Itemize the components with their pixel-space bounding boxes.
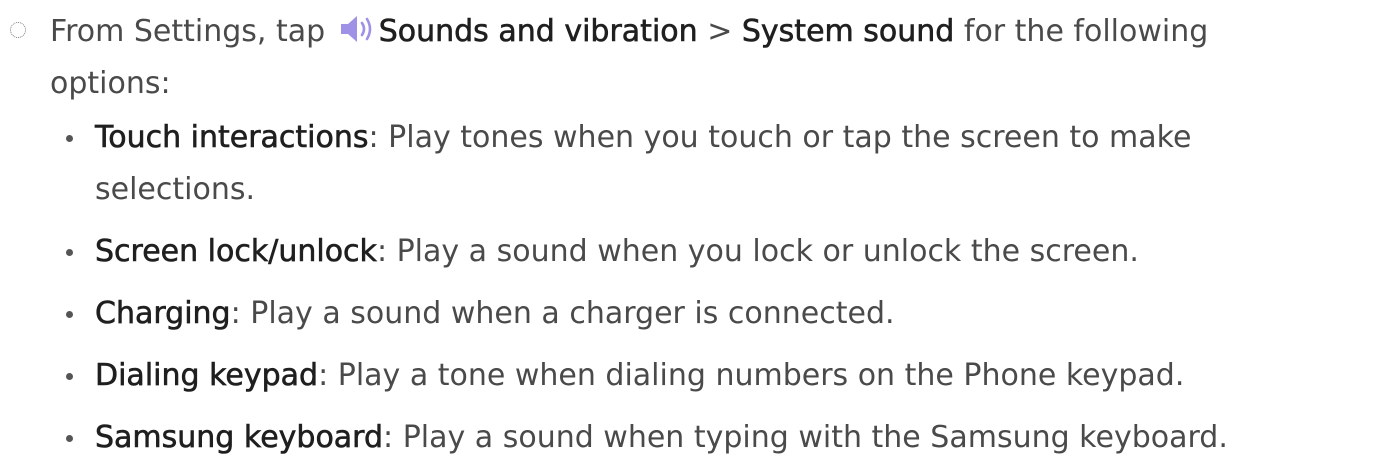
bullet-icon [66, 311, 73, 318]
menu-system-sound: System sound [741, 14, 955, 50]
menu-sounds-and-vibration: Sounds and vibration [378, 14, 698, 50]
step-prefix: From Settings, tap [50, 14, 335, 49]
path-separator: > [697, 14, 742, 49]
list-item-screen-lock-unlock: Screen lock/unlock: Play a sound when yo… [50, 226, 1370, 278]
list-item-dialing-keypad: Dialing keypad: Play a tone when dialing… [50, 350, 1370, 402]
option-description: : Play tones when you touch or tap the s… [368, 120, 1192, 155]
option-term: Dialing keypad [95, 358, 319, 394]
option-description: : Play a sound when typing with the Sams… [383, 420, 1228, 455]
bullet-icon [66, 373, 73, 380]
instruction-text: From Settings, tap Sounds and vibration … [50, 6, 1340, 110]
bullet-icon [66, 135, 73, 142]
option-term: Samsung keyboard [95, 420, 384, 456]
bullet-icon [66, 435, 73, 442]
option-term: Charging [95, 296, 231, 332]
list-item-charging: Charging: Play a sound when a charger is… [50, 288, 1370, 340]
option-description: : Play a sound when a charger is connect… [230, 296, 895, 331]
option-term: Screen lock/unlock [95, 234, 378, 270]
step-suffix-continued: options: [50, 66, 171, 101]
option-term: Touch interactions [95, 120, 369, 156]
step-suffix: for the following [954, 14, 1209, 49]
document-page: From Settings, tap Sounds and vibration … [0, 0, 1379, 461]
speaker-icon [340, 16, 372, 42]
option-description-continued: selections. [95, 172, 256, 207]
list-item-samsung-keyboard: Samsung keyboard: Play a sound when typi… [50, 412, 1370, 464]
option-description: : Play a tone when dialing numbers on th… [318, 358, 1185, 393]
step-marker-icon [10, 22, 26, 38]
option-description: : Play a sound when you lock or unlock t… [376, 234, 1139, 269]
bullet-icon [66, 249, 73, 256]
options-list: Touch interactions: Play tones when you … [50, 112, 1370, 464]
list-item-touch-interactions: Touch interactions: Play tones when you … [50, 112, 1370, 216]
